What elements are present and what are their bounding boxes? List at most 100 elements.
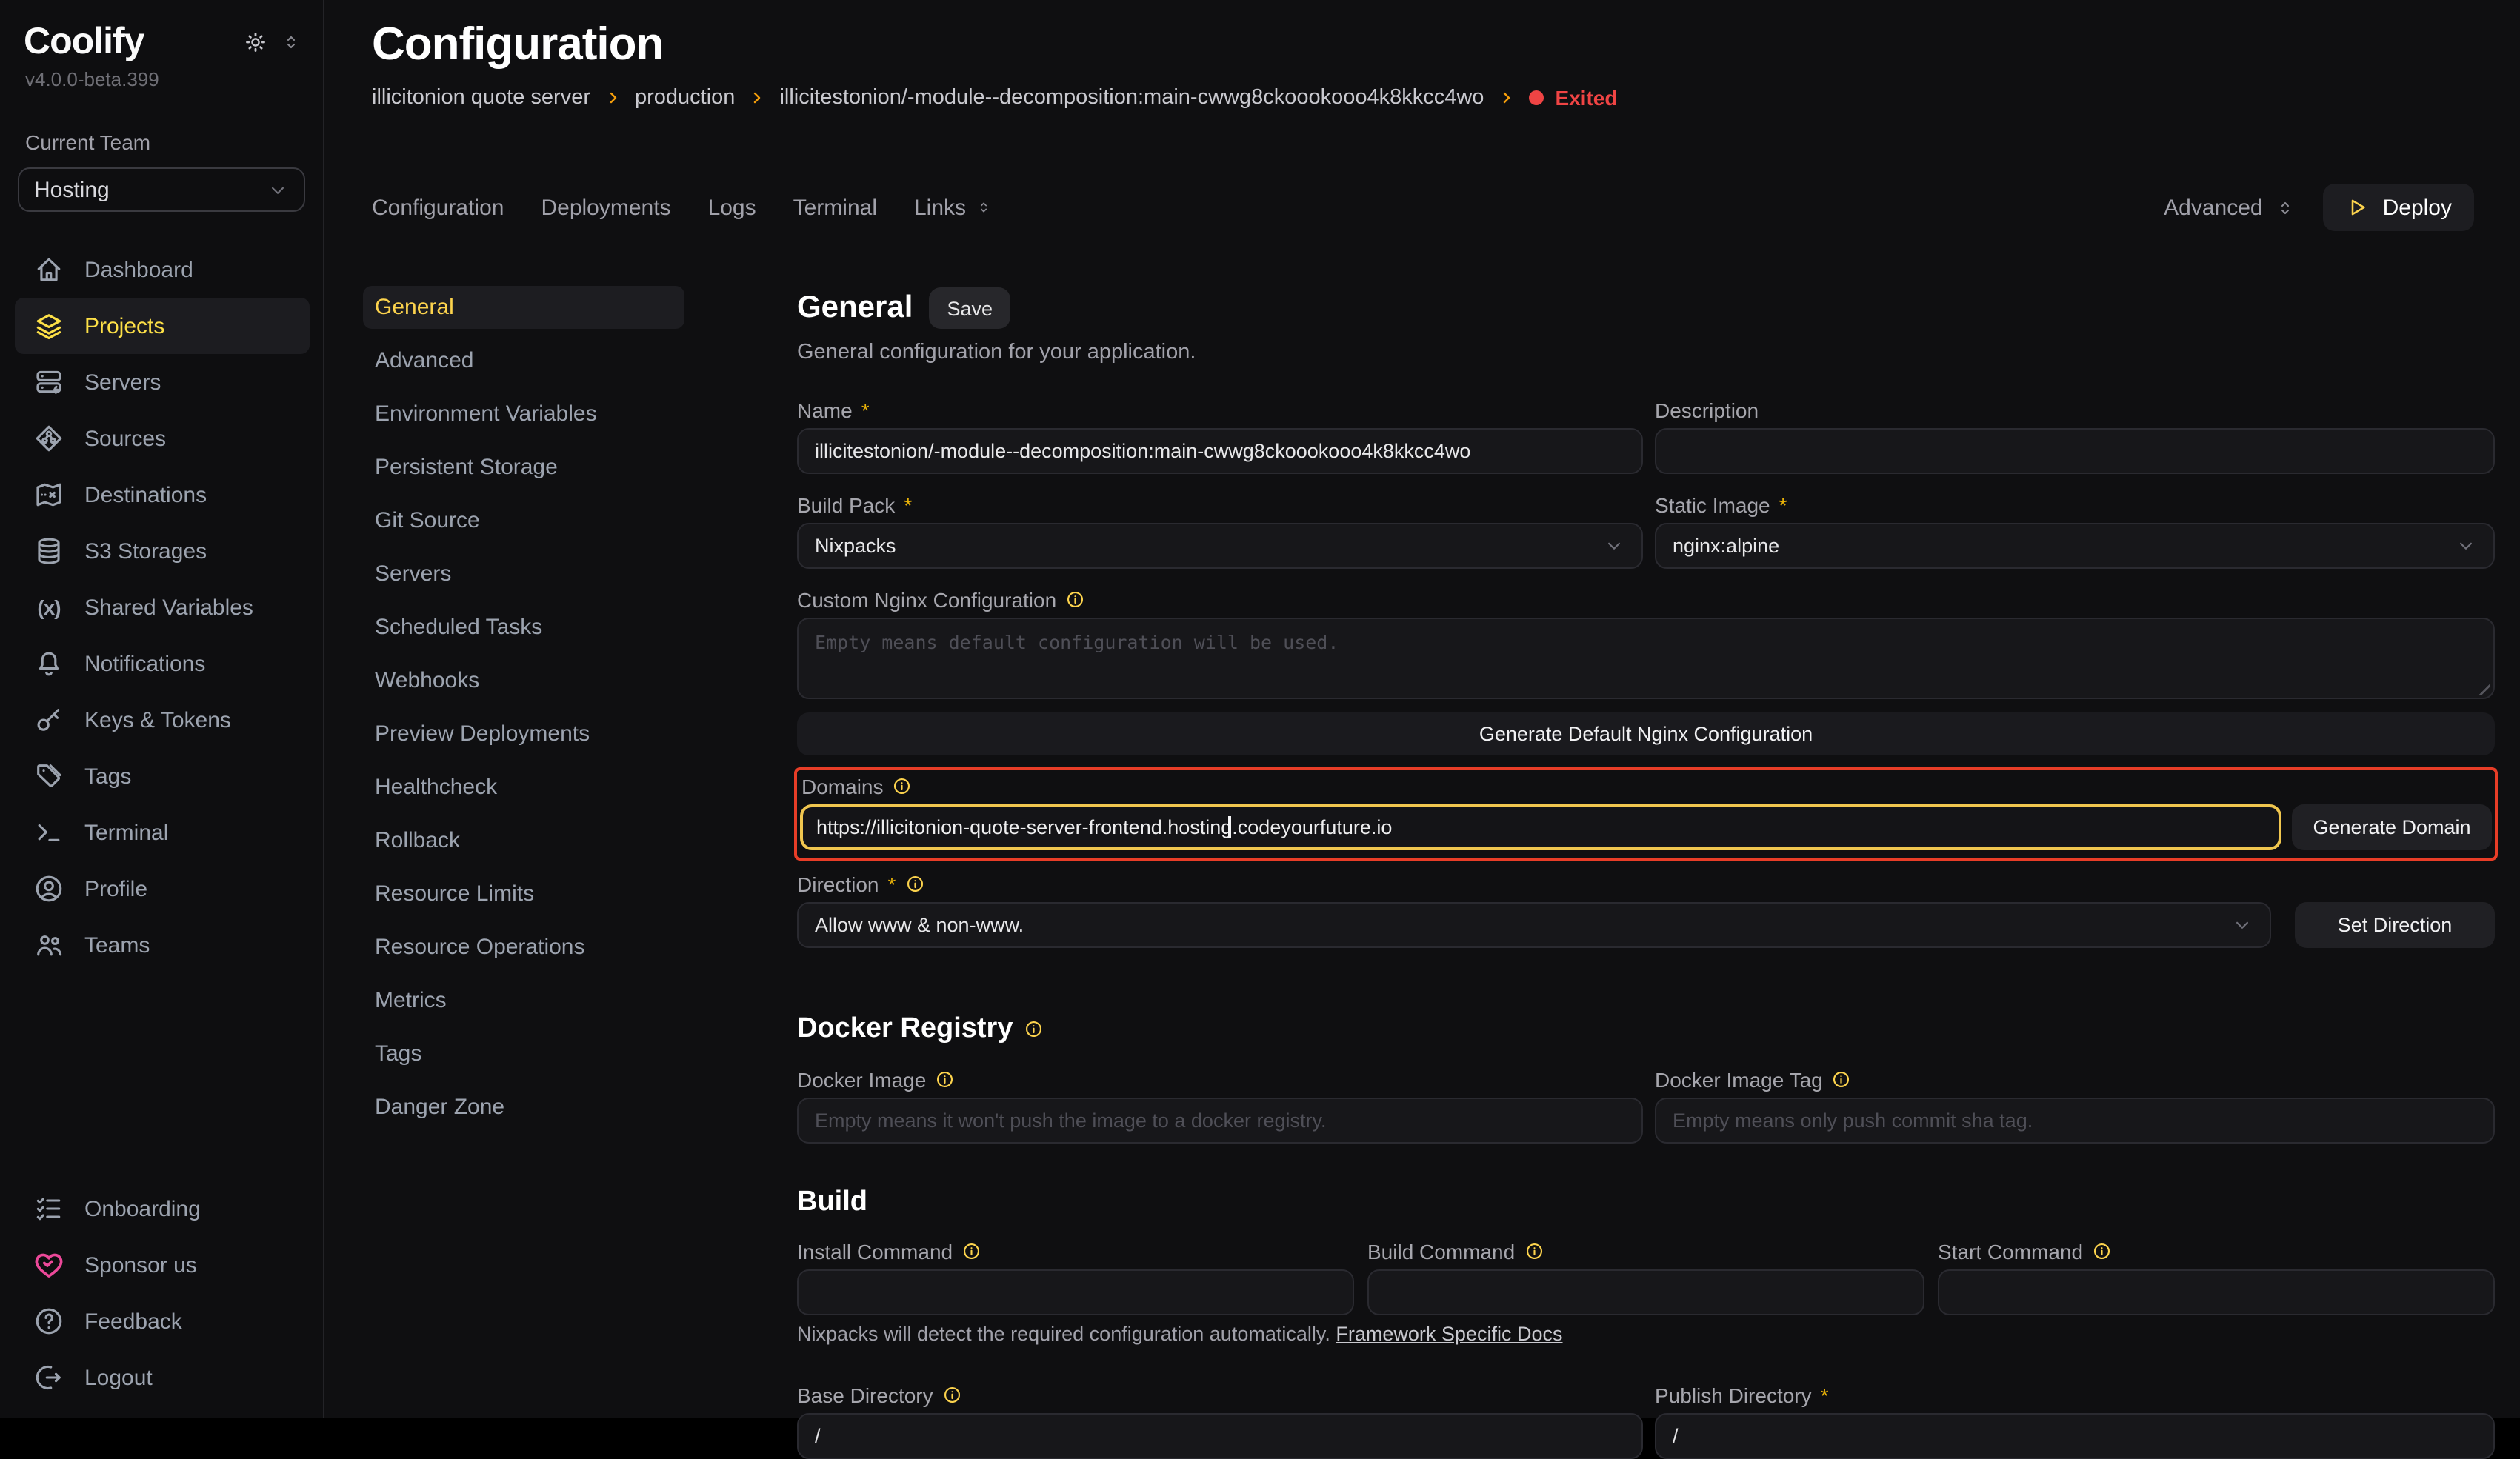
tab-links[interactable]: Links: [914, 195, 993, 220]
subnav-webhooks[interactable]: Webhooks: [363, 659, 684, 702]
breadcrumb-project[interactable]: illicitonion quote server: [372, 86, 590, 110]
tab-terminal[interactable]: Terminal: [793, 195, 877, 220]
generate-nginx-button[interactable]: Generate Default Nginx Configuration: [797, 712, 2495, 755]
sidebar-item-keys-tokens[interactable]: Keys & Tokens: [15, 692, 310, 748]
sidebar-item-feedback[interactable]: Feedback: [15, 1293, 310, 1349]
subnav-metrics[interactable]: Metrics: [363, 979, 684, 1022]
sidebar-item-dashboard[interactable]: Dashboard: [15, 241, 310, 298]
logout-icon: [33, 1361, 65, 1394]
subnav-servers[interactable]: Servers: [363, 552, 684, 595]
docker-image-tag-input[interactable]: [1655, 1098, 2495, 1144]
team-select[interactable]: Hosting: [18, 167, 305, 212]
info-icon[interactable]: [893, 777, 913, 797]
generate-domain-button[interactable]: Generate Domain: [2292, 804, 2492, 850]
sidebar-item-destinations[interactable]: Destinations: [15, 467, 310, 523]
subnav-general[interactable]: General: [363, 286, 684, 329]
static-image-select[interactable]: nginx:alpine: [1655, 523, 2495, 569]
deploy-button[interactable]: Deploy: [2324, 184, 2474, 231]
tab-bar: Configuration Deployments Logs Terminal …: [372, 184, 2474, 231]
page-title: Configuration: [372, 18, 2520, 71]
sidebar-item-tags[interactable]: Tags: [15, 748, 310, 804]
info-icon[interactable]: [1065, 590, 1085, 610]
framework-docs-link[interactable]: Framework Specific Docs: [1336, 1323, 1562, 1345]
info-icon[interactable]: [1023, 1020, 1043, 1040]
docker-image-input[interactable]: [797, 1098, 1643, 1144]
subnav-healthcheck[interactable]: Healthcheck: [363, 766, 684, 809]
nginx-config-textarea[interactable]: [797, 618, 2495, 699]
sidebar-item-teams[interactable]: Teams: [15, 917, 310, 973]
static-image-label: Static Image*: [1655, 492, 2495, 518]
publish-directory-label: Publish Directory*: [1655, 1382, 2495, 1409]
coolify-app: Coolify v4.0.0-beta.399 Current Team Hos…: [0, 0, 2520, 1418]
direction-select[interactable]: Allow www & non-www.: [797, 902, 2271, 948]
server-icon: [33, 366, 65, 398]
sidebar-item-shared-variables[interactable]: (x) Shared Variables: [15, 579, 310, 635]
install-command-label: Install Command: [797, 1238, 1354, 1265]
domains-input[interactable]: [803, 807, 2279, 847]
sidebar-item-servers[interactable]: Servers: [15, 354, 310, 410]
sidebar-item-s3-storages[interactable]: S3 Storages: [15, 523, 310, 579]
breadcrumb-environment[interactable]: production: [635, 86, 735, 110]
info-icon[interactable]: [1832, 1070, 1852, 1090]
set-direction-button[interactable]: Set Direction: [2295, 902, 2495, 948]
users-icon: [33, 929, 65, 961]
breadcrumb: illicitonion quote server production ill…: [372, 86, 2520, 110]
sidebar-item-logout[interactable]: Logout: [15, 1349, 310, 1406]
subnav-resource-operations[interactable]: Resource Operations: [363, 926, 684, 969]
build-title: Build: [797, 1186, 2495, 1219]
info-icon[interactable]: [935, 1070, 955, 1090]
chevron-down-icon: [1603, 535, 1625, 557]
sidebar-item-sources[interactable]: Sources: [15, 410, 310, 467]
subnav-persistent-storage[interactable]: Persistent Storage: [363, 446, 684, 489]
chevron-down-icon: [2455, 535, 2477, 557]
subnav-advanced[interactable]: Advanced: [363, 339, 684, 382]
theme-sun-icon[interactable]: [243, 30, 268, 55]
subnav-danger-zone[interactable]: Danger Zone: [363, 1086, 684, 1129]
user-circle-icon: [33, 872, 65, 905]
selector-icon: [2275, 196, 2297, 218]
subnav-scheduled-tasks[interactable]: Scheduled Tasks: [363, 606, 684, 649]
tab-logs[interactable]: Logs: [708, 195, 756, 220]
subnav-tags[interactable]: Tags: [363, 1032, 684, 1075]
info-icon[interactable]: [961, 1242, 981, 1262]
info-icon[interactable]: [1524, 1242, 1544, 1262]
required-asterisk: *: [1779, 493, 1787, 517]
install-command-input[interactable]: [797, 1269, 1354, 1315]
save-button[interactable]: Save: [929, 287, 1010, 329]
breadcrumb-resource[interactable]: illicitestonion/-module--decomposition:m…: [779, 86, 1484, 110]
publish-directory-input[interactable]: [1655, 1413, 2495, 1459]
build-command-input[interactable]: [1367, 1269, 1924, 1315]
name-label: Name*: [797, 397, 1643, 424]
sidebar-item-notifications[interactable]: Notifications: [15, 635, 310, 692]
description-input[interactable]: [1655, 428, 2495, 474]
start-command-input[interactable]: [1938, 1269, 2495, 1315]
info-icon[interactable]: [904, 875, 924, 895]
build-pack-select[interactable]: Nixpacks: [797, 523, 1643, 569]
info-icon[interactable]: [942, 1386, 962, 1406]
sidebar-item-terminal[interactable]: Terminal: [15, 804, 310, 861]
subnav-resource-limits[interactable]: Resource Limits: [363, 872, 684, 915]
subnav-rollback[interactable]: Rollback: [363, 819, 684, 862]
info-icon[interactable]: [2092, 1242, 2112, 1262]
sidebar-item-profile[interactable]: Profile: [15, 861, 310, 917]
sidebar: Coolify v4.0.0-beta.399 Current Team Hos…: [0, 0, 324, 1418]
tab-deployments[interactable]: Deployments: [541, 195, 670, 220]
home-icon: [33, 253, 65, 286]
sidebar-item-sponsor[interactable]: Sponsor us: [15, 1237, 310, 1293]
tab-configuration[interactable]: Configuration: [372, 195, 504, 220]
base-directory-input[interactable]: [797, 1413, 1643, 1459]
version-selector-icon[interactable]: [280, 31, 302, 53]
subnav-environment-variables[interactable]: Environment Variables: [363, 393, 684, 435]
subnav-git-source[interactable]: Git Source: [363, 499, 684, 542]
stack-icon: [33, 310, 65, 342]
database-icon: [33, 535, 65, 567]
selector-icon: [975, 198, 993, 216]
text-cursor: [1228, 816, 1230, 838]
sidebar-item-onboarding[interactable]: Onboarding: [15, 1181, 310, 1237]
advanced-menu[interactable]: Advanced: [2164, 195, 2296, 220]
sidebar-item-projects[interactable]: Projects: [15, 298, 310, 354]
subnav-preview-deployments[interactable]: Preview Deployments: [363, 712, 684, 755]
terminal-icon: [33, 816, 65, 849]
current-team-label: Current Team: [0, 90, 323, 154]
name-input[interactable]: [797, 428, 1643, 474]
